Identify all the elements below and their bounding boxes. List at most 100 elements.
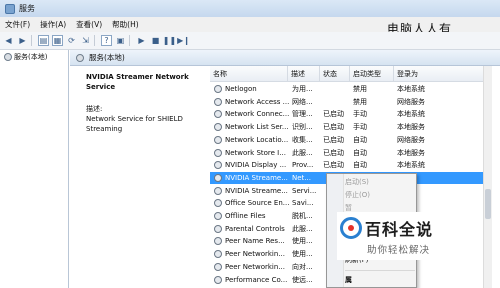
brand-logo-dot (348, 225, 354, 231)
table-row[interactable]: Network Store I... 此服... 已启动 自动 本地服务 (210, 147, 490, 159)
service-gear-icon (214, 262, 222, 271)
column-header-description[interactable]: 描述 (288, 66, 320, 82)
play-icon[interactable]: ▶ (136, 35, 147, 46)
service-gear-icon (214, 161, 222, 170)
table-row[interactable]: Network List Ser... 识别... 已启动 手动 本地服务 (210, 121, 490, 133)
restart-icon[interactable]: ▶❙ (177, 35, 190, 46)
cell-status: 已启动 (323, 161, 344, 170)
help-icon[interactable]: ? (101, 35, 112, 46)
forward-arrow-icon[interactable]: ▶ (17, 35, 28, 46)
cell-desc: Net... (292, 173, 311, 182)
title-bar: 服务 (0, 0, 500, 17)
export-list-icon[interactable]: ⇲ (80, 35, 91, 46)
column-header-name[interactable]: 名称 (210, 66, 288, 82)
description-pane: NVIDIA Streamer Network Service 描述: Netw… (70, 66, 210, 288)
cell-startup: 自动 (353, 161, 367, 170)
cell-name: Netlogon (225, 85, 257, 93)
cell-desc: 使用... (292, 250, 313, 259)
pause-icon[interactable]: ❚❚ (163, 35, 176, 46)
column-header-startup-type[interactable]: 启动类型 (350, 66, 394, 82)
cell-name: Network Locatio... (225, 135, 289, 144)
scrollbar-thumb[interactable] (485, 189, 491, 219)
column-header-status[interactable]: 状态 (320, 66, 350, 82)
brand-name: 百科全说 (365, 220, 434, 239)
services-app-icon (5, 3, 15, 14)
service-gear-icon (214, 186, 222, 195)
brand-slogan: 助你轻松解决 (367, 245, 431, 256)
cell-startup: 自动 (353, 148, 367, 157)
console-tree: 服务(本地) (0, 50, 69, 288)
cell-name: Parental Controls (225, 224, 285, 233)
table-row[interactable]: Netlogon 为用... 禁用 本地系统 (210, 83, 490, 95)
cell-name: Network List Ser... (225, 123, 289, 132)
cell-status: 已启动 (323, 110, 344, 119)
menu-file[interactable]: 文件(F) (0, 19, 35, 30)
cell-desc: 向对... (292, 262, 313, 271)
ctx-properties[interactable]: 属 (345, 274, 352, 286)
cell-logon: 网络服务 (397, 135, 425, 144)
cell-name: Network Access ... (225, 97, 290, 106)
service-title: NVIDIA Streamer Network Service (86, 73, 189, 91)
service-gear-icon (214, 173, 222, 182)
toolbar-separator (31, 35, 32, 46)
cell-desc: 为用... (292, 85, 313, 93)
cell-startup: 手动 (353, 110, 367, 119)
stop-icon[interactable]: ■ (150, 35, 161, 46)
cell-desc: 脱机... (292, 212, 313, 220)
cell-name: Network Store I... (225, 148, 286, 157)
cell-status: 已启动 (323, 148, 344, 157)
cell-desc: 此服... (292, 224, 313, 233)
tree-item-services-local[interactable]: 服务(本地) (4, 52, 68, 62)
gear-icon (76, 53, 84, 62)
cell-startup: 自动 (353, 135, 367, 144)
cell-logon: 本地服务 (397, 148, 425, 157)
table-row[interactable]: Network Locatio... 收集... 已启动 自动 网络服务 (210, 134, 490, 146)
cell-startup: 手动 (353, 123, 367, 132)
cell-logon: 本地系统 (397, 110, 425, 119)
cell-name: NVIDIA Display ... (225, 161, 287, 170)
cell-desc: 使远... (292, 275, 313, 284)
menu-action[interactable]: 操作(A) (35, 19, 71, 30)
table-row[interactable]: Network Access ... 网络... 禁用 网络服务 (210, 96, 490, 108)
cell-logon: 本地系统 (397, 85, 425, 93)
cell-desc: 识别... (292, 123, 313, 132)
table-row[interactable]: NVIDIA Display ... Prov... 已启动 自动 本地系统 (210, 159, 490, 171)
menu-view[interactable]: 查看(V) (71, 19, 107, 30)
service-gear-icon (214, 237, 222, 246)
refresh-icon[interactable]: ⟳ (66, 35, 77, 46)
tree-item-label: 服务(本地) (14, 53, 48, 61)
service-gear-icon (214, 85, 222, 93)
vertical-scrollbar[interactable] (483, 66, 492, 288)
ctx-start[interactable]: 启动(S) (345, 176, 369, 188)
cell-desc: 收集... (292, 135, 313, 144)
cell-name: Network Connec... (225, 110, 290, 119)
brand-logo-icon (340, 217, 362, 239)
service-gear-icon (214, 110, 222, 119)
service-gear-icon (214, 199, 222, 208)
description-label: 描述: (86, 105, 103, 113)
menu-help[interactable]: 帮助(H) (107, 19, 144, 30)
cell-desc: 管理... (292, 110, 313, 119)
back-arrow-icon[interactable]: ◀ (3, 35, 14, 46)
ctx-stop[interactable]: 停止(O) (345, 189, 370, 201)
brand-watermark: 百科全说 助你轻松解决 (337, 212, 463, 260)
service-gear-icon (214, 135, 222, 144)
service-gear-icon (214, 123, 222, 132)
show-hide-icon[interactable]: ▣ (115, 35, 126, 46)
service-gear-icon (214, 148, 222, 157)
cell-desc: Prov... (292, 161, 314, 170)
cell-name: Peer Networkin... (225, 262, 285, 271)
cell-status: 已启动 (323, 135, 344, 144)
cell-name: Peer Name Res... (225, 237, 285, 246)
ctx-separator (345, 270, 415, 271)
pane-header: 服务(本地) (70, 50, 500, 66)
table-row[interactable]: Network Connec... 管理... 已启动 手动 本地系统 (210, 108, 490, 120)
cell-desc: 使用... (292, 237, 313, 246)
service-gear-icon (214, 212, 222, 220)
window-title: 服务 (19, 4, 35, 13)
cell-logon: 本地服务 (397, 123, 425, 132)
column-header-logon-as[interactable]: 登录为 (394, 66, 490, 82)
console-tree-icon[interactable]: ▤ (38, 35, 49, 46)
cell-name: Performance Co... (225, 275, 288, 284)
properties-icon[interactable]: ▦ (52, 35, 63, 46)
